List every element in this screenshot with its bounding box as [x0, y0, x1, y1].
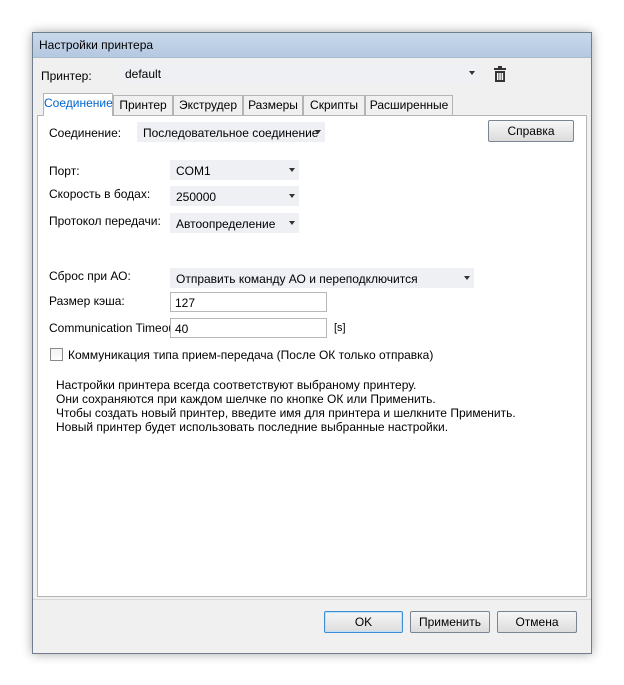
- cache-size-input[interactable]: 127: [170, 292, 327, 312]
- printer-label: Принтер:: [41, 69, 92, 83]
- help-button[interactable]: Справка: [488, 120, 574, 142]
- tab-scripts[interactable]: Скрипты: [303, 95, 365, 115]
- chevron-down-icon: [464, 276, 470, 280]
- chevron-down-icon: [315, 130, 321, 134]
- port-label: Порт:: [49, 164, 80, 178]
- chevron-down-icon: [469, 71, 475, 75]
- note-line: Настройки принтера всегда соответствуют …: [56, 378, 417, 392]
- connection-select[interactable]: Последовательное соединение: [137, 122, 325, 142]
- cache-label: Размер кэша:: [49, 294, 125, 308]
- title-bar: Настройки принтера: [33, 33, 591, 58]
- reset-select-value: Отправить команду АО и переподключится: [176, 272, 418, 286]
- tab-printer[interactable]: Принтер: [113, 95, 173, 115]
- baud-select-value: 250000: [176, 190, 217, 204]
- reset-label: Сброс при АО:: [49, 269, 131, 283]
- tab-extruder[interactable]: Экструдер: [173, 95, 243, 115]
- trash-icon[interactable]: [493, 66, 507, 82]
- printer-select-value: default: [125, 67, 162, 81]
- connection-tab-panel: Соединение: Последовательное соединение …: [37, 115, 587, 597]
- note-line: Они сохраняются при каждом шелчке по кно…: [56, 392, 436, 406]
- dialog-footer: OK Применить Отмена: [33, 599, 591, 655]
- window-title: Настройки принтера: [39, 38, 154, 52]
- connection-label: Соединение:: [49, 126, 122, 140]
- protocol-select-value: Автоопределение: [176, 217, 276, 231]
- reset-select[interactable]: Отправить команду АО и переподключится: [170, 268, 474, 288]
- cache-size-value: 127: [175, 296, 196, 310]
- note-line: Чтобы создать новый принтер, введите имя…: [56, 406, 516, 420]
- port-select[interactable]: COM1: [170, 160, 299, 180]
- timeout-value: 40: [175, 322, 189, 336]
- protocol-label: Протокол передачи:: [49, 214, 161, 228]
- timeout-label: Communication Timeout:: [49, 321, 182, 335]
- chevron-down-icon: [289, 168, 295, 172]
- protocol-select[interactable]: Автоопределение: [170, 213, 299, 233]
- timeout-input[interactable]: 40: [170, 318, 327, 338]
- tab-advanced[interactable]: Расширенные: [365, 95, 453, 115]
- pingpong-label[interactable]: Коммуникация типа прием-передача (После …: [68, 348, 433, 362]
- tab-dimensions[interactable]: Размеры: [243, 95, 303, 115]
- apply-button[interactable]: Применить: [410, 611, 490, 633]
- tab-connection[interactable]: Соединение: [43, 93, 113, 116]
- cancel-button[interactable]: Отмена: [497, 611, 577, 633]
- printer-settings-dialog: Настройки принтера Принтер: default Соед…: [32, 32, 592, 654]
- note-line: Новый принтер будет использовать последн…: [56, 420, 449, 434]
- connection-select-value: Последовательное соединение: [143, 126, 319, 140]
- chevron-down-icon: [289, 194, 295, 198]
- timeout-unit: [s]: [334, 322, 346, 334]
- printer-select[interactable]: default: [119, 63, 479, 83]
- baud-select[interactable]: 250000: [170, 186, 299, 206]
- pingpong-checkbox[interactable]: [50, 348, 63, 361]
- chevron-down-icon: [289, 221, 295, 225]
- ok-button[interactable]: OK: [324, 611, 403, 633]
- baud-label: Скорость в бодах:: [49, 187, 151, 201]
- port-select-value: COM1: [176, 164, 211, 178]
